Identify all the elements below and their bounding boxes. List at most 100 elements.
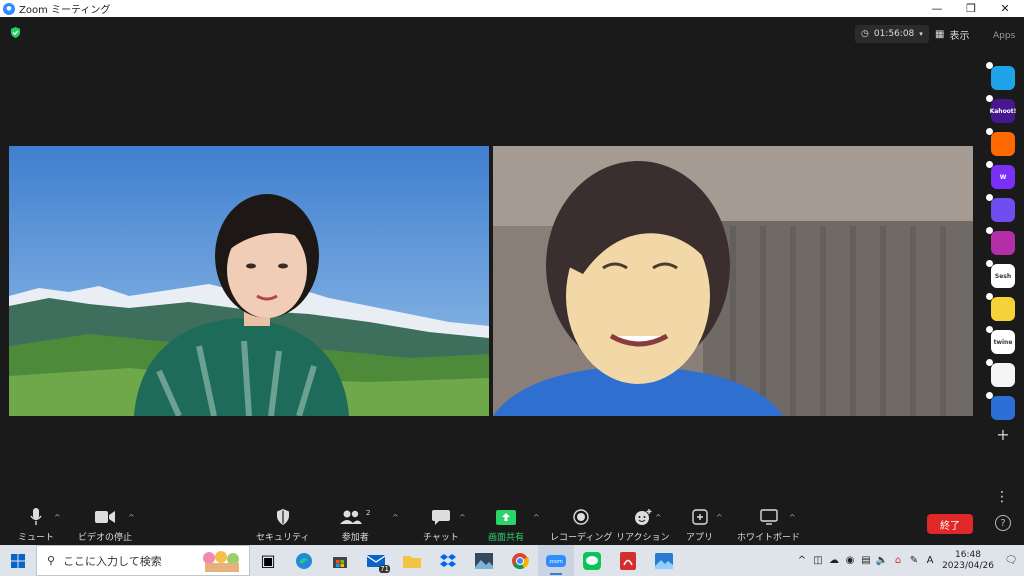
- participants-icon: [340, 510, 362, 524]
- svg-text:zoom: zoom: [549, 559, 563, 565]
- apps-sidebar: Kahoot! W Sesh twine: [986, 62, 1018, 429]
- microsoft-store-icon[interactable]: [322, 545, 358, 576]
- windows-start-button[interactable]: [0, 545, 36, 576]
- mail-icon[interactable]: 71: [358, 545, 394, 576]
- app-status-dot: [986, 62, 993, 69]
- minimize-button[interactable]: —: [920, 0, 954, 17]
- chat-bubble-icon: [431, 509, 450, 525]
- dropbox-icon[interactable]: [430, 545, 466, 576]
- twine-app-icon[interactable]: twine: [986, 326, 1015, 354]
- video-tile-participant-1[interactable]: [9, 146, 489, 416]
- search-icon: ⚲: [47, 554, 56, 567]
- timer-text: 01:56:08: [873, 29, 915, 39]
- meeting-timer[interactable]: ◷ 01:56:08 ▾: [855, 25, 929, 43]
- apps-label: アプリ: [686, 533, 714, 543]
- camera-tray-icon[interactable]: ◉: [842, 555, 858, 566]
- video-tile-participant-2[interactable]: [493, 146, 973, 416]
- apps-button[interactable]: アプリ: [686, 507, 713, 543]
- chat-options-chevron-icon[interactable]: ^: [459, 513, 466, 522]
- windows-logo-icon: [11, 553, 25, 568]
- mail-badge: 71: [379, 565, 390, 573]
- participants-label: 参加者: [341, 533, 369, 543]
- participant-2-video: [493, 146, 973, 416]
- app-label: Kahoot!: [989, 107, 1017, 115]
- whiteboard-options-chevron-icon[interactable]: ^: [789, 513, 796, 522]
- clock-date: 2023/04/26: [942, 560, 994, 571]
- app-6-app-icon[interactable]: [986, 227, 1015, 255]
- kahoot-app-icon[interactable]: Kahoot!: [986, 95, 1017, 123]
- app-10-app-icon[interactable]: [986, 359, 1015, 387]
- add-app-icon[interactable]: +: [988, 425, 1018, 444]
- mute-options-chevron-icon[interactable]: ^: [54, 513, 61, 522]
- image-app-icon[interactable]: [466, 545, 502, 576]
- taskbar-clock[interactable]: 16:48 2023/04/26: [938, 550, 998, 572]
- mute-button[interactable]: ミュート: [18, 507, 54, 543]
- participants-options-chevron-icon[interactable]: ^: [392, 513, 399, 522]
- sesh-app-icon[interactable]: Sesh: [986, 260, 1015, 288]
- view-label: 表示: [949, 30, 970, 42]
- end-meeting-button[interactable]: 終了: [927, 514, 973, 534]
- app-1-app-icon[interactable]: [986, 62, 1015, 90]
- tray-app-2-icon[interactable]: ⌂: [890, 555, 906, 566]
- windows-taskbar: ⚲ ここに入力して検索 ▣ 71 zoom ^ ◫ ☁ ◉ ▤ 🔈 ⌂ ✎ A …: [0, 545, 1024, 576]
- app-label: twine: [993, 338, 1013, 346]
- help-icon[interactable]: ?: [995, 515, 1011, 531]
- app-status-dot: [986, 128, 993, 135]
- edge-browser-icon[interactable]: [286, 545, 322, 576]
- ime-indicator[interactable]: A: [922, 555, 938, 566]
- speaker-icon[interactable]: 🔈: [874, 555, 890, 566]
- share-screen-button[interactable]: 画面共有: [488, 507, 524, 543]
- taskbar-search-box[interactable]: ⚲ ここに入力して検索: [36, 545, 250, 576]
- search-highlight-decoration-icon: [203, 551, 239, 572]
- photos-icon[interactable]: [646, 545, 682, 576]
- security-button[interactable]: セキュリティ: [256, 507, 309, 543]
- app-3-app-icon[interactable]: [986, 128, 1015, 156]
- notification-center-icon[interactable]: 🗨: [998, 555, 1024, 566]
- video-options-chevron-icon[interactable]: ^: [128, 513, 135, 522]
- clock-icon: ◷: [861, 29, 869, 39]
- app-status-dot: [986, 260, 993, 267]
- record-button[interactable]: レコーディング: [550, 507, 612, 543]
- apps-header: Apps: [993, 31, 1016, 41]
- chevron-down-icon: ▾: [919, 30, 923, 38]
- network-icon[interactable]: ▤: [858, 555, 874, 566]
- reactions-options-chevron-icon[interactable]: ^: [655, 513, 662, 522]
- record-icon: [573, 509, 589, 525]
- share-options-chevron-icon[interactable]: ^: [533, 513, 540, 522]
- view-button[interactable]: ▦ 表示: [935, 25, 969, 43]
- stop-video-button[interactable]: ビデオの停止: [78, 507, 132, 543]
- zoom-taskbar-icon[interactable]: zoom: [538, 545, 574, 576]
- video-camera-icon: [95, 511, 115, 523]
- line-app-icon[interactable]: [574, 545, 610, 576]
- close-button[interactable]: ✕: [988, 0, 1022, 17]
- file-explorer-icon[interactable]: [394, 545, 430, 576]
- restore-button[interactable]: ❐: [954, 0, 988, 17]
- task-view-icon[interactable]: ▣: [250, 545, 286, 576]
- participants-count: 2: [366, 509, 371, 517]
- encryption-shield-icon[interactable]: [10, 27, 21, 38]
- app-5-app-icon[interactable]: [986, 194, 1015, 222]
- app-status-dot: [986, 161, 993, 168]
- cloud-sync-icon[interactable]: ☁: [826, 555, 842, 566]
- chrome-icon[interactable]: [502, 545, 538, 576]
- app-status-dot: [986, 392, 993, 399]
- apps-options-chevron-icon[interactable]: ^: [716, 513, 723, 522]
- app-status-dot: [986, 95, 993, 102]
- tray-app-icon[interactable]: ◫: [810, 555, 826, 566]
- app-label: Sesh: [994, 272, 1012, 280]
- show-hidden-icons-chevron-icon[interactable]: ^: [794, 555, 810, 566]
- chat-button[interactable]: チャット: [423, 507, 459, 543]
- record-label: レコーディング: [550, 533, 613, 543]
- participants-button[interactable]: 2 参加者: [340, 507, 370, 543]
- window-titlebar: ● Zoom ミーティング — ❐ ✕: [0, 0, 1024, 17]
- app-4-app-icon[interactable]: W: [986, 161, 1015, 189]
- whiteboard-label: ホワイトボード: [737, 533, 801, 543]
- more-options-icon[interactable]: ⋮: [995, 489, 1009, 505]
- acrobat-icon[interactable]: [610, 545, 646, 576]
- app-8-app-icon[interactable]: [986, 293, 1015, 321]
- pen-icon[interactable]: ✎: [906, 555, 922, 566]
- reactions-label: リアクション: [616, 533, 670, 543]
- app-11-app-icon[interactable]: [986, 392, 1015, 420]
- app-status-dot: [986, 359, 993, 366]
- meeting-toolbar: ミュート ^ ビデオの停止 ^ セキュリティ 2 参加者 ^ チャット ^ 画面…: [0, 507, 1024, 545]
